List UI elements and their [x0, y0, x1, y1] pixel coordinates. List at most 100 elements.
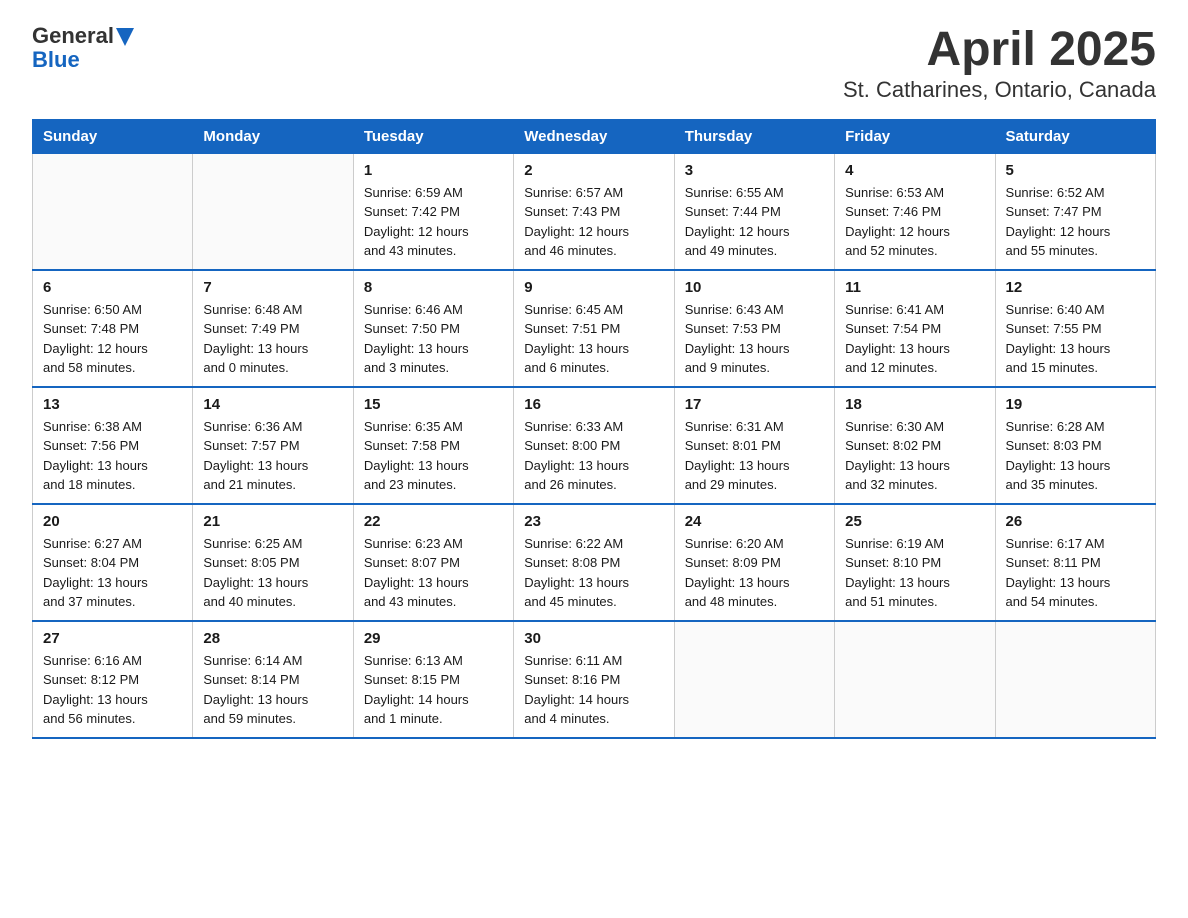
- day-number: 9: [524, 279, 663, 296]
- calendar-table: SundayMondayTuesdayWednesdayThursdayFrid…: [32, 119, 1156, 739]
- day-info: Sunrise: 6:20 AM Sunset: 8:09 PM Dayligh…: [685, 534, 824, 612]
- day-number: 18: [845, 396, 984, 413]
- day-number: 28: [203, 630, 342, 647]
- calendar-cell: 28 Sunrise: 6:14 AM Sunset: 8:14 PM Dayli…: [193, 621, 353, 738]
- logo-text-general: General: [32, 24, 114, 48]
- logo-text-blue: Blue: [32, 47, 80, 72]
- day-header-thursday: Thursday: [674, 119, 834, 153]
- day-number: 29: [364, 630, 503, 647]
- day-info: Sunrise: 6:27 AM Sunset: 8:04 PM Dayligh…: [43, 534, 182, 612]
- day-number: 8: [364, 279, 503, 296]
- day-info: Sunrise: 6:11 AM Sunset: 8:16 PM Dayligh…: [524, 651, 663, 729]
- day-info: Sunrise: 6:14 AM Sunset: 8:14 PM Dayligh…: [203, 651, 342, 729]
- day-number: 7: [203, 279, 342, 296]
- calendar-cell: 19 Sunrise: 6:28 AM Sunset: 8:03 PM Dayli…: [995, 387, 1155, 504]
- day-number: 2: [524, 162, 663, 179]
- calendar-cell: 3 Sunrise: 6:55 AM Sunset: 7:44 PM Daylig…: [674, 153, 834, 270]
- calendar-cell: 25 Sunrise: 6:19 AM Sunset: 8:10 PM Dayli…: [835, 504, 995, 621]
- calendar-cell: 13 Sunrise: 6:38 AM Sunset: 7:56 PM Dayli…: [33, 387, 193, 504]
- calendar-cell: 16 Sunrise: 6:33 AM Sunset: 8:00 PM Dayli…: [514, 387, 674, 504]
- day-info: Sunrise: 6:55 AM Sunset: 7:44 PM Dayligh…: [685, 183, 824, 261]
- calendar-cell: 30 Sunrise: 6:11 AM Sunset: 8:16 PM Dayli…: [514, 621, 674, 738]
- day-header-wednesday: Wednesday: [514, 119, 674, 153]
- day-number: 6: [43, 279, 182, 296]
- day-number: 10: [685, 279, 824, 296]
- day-info: Sunrise: 6:40 AM Sunset: 7:55 PM Dayligh…: [1006, 300, 1145, 378]
- day-header-saturday: Saturday: [995, 119, 1155, 153]
- day-info: Sunrise: 6:31 AM Sunset: 8:01 PM Dayligh…: [685, 417, 824, 495]
- day-number: 1: [364, 162, 503, 179]
- page-subtitle: St. Catharines, Ontario, Canada: [843, 77, 1156, 103]
- day-info: Sunrise: 6:52 AM Sunset: 7:47 PM Dayligh…: [1006, 183, 1145, 261]
- calendar-cell: 29 Sunrise: 6:13 AM Sunset: 8:15 PM Dayli…: [353, 621, 513, 738]
- day-number: 19: [1006, 396, 1145, 413]
- calendar-cell: 21Sunrise: 6:25 AM Sunset: 8:05 PM Dayli…: [193, 504, 353, 621]
- day-info: Sunrise: 6:30 AM Sunset: 8:02 PM Dayligh…: [845, 417, 984, 495]
- page-title: April 2025: [843, 24, 1156, 77]
- day-info: Sunrise: 6:48 AM Sunset: 7:49 PM Dayligh…: [203, 300, 342, 378]
- page-header: General Blue April 2025 St. Catharines, …: [32, 24, 1156, 103]
- day-number: 21: [203, 513, 342, 530]
- day-number: 15: [364, 396, 503, 413]
- day-header-tuesday: Tuesday: [353, 119, 513, 153]
- day-info: Sunrise: 6:13 AM Sunset: 8:15 PM Dayligh…: [364, 651, 503, 729]
- day-info: Sunrise: 6:23 AM Sunset: 8:07 PM Dayligh…: [364, 534, 503, 612]
- calendar-header-row: SundayMondayTuesdayWednesdayThursdayFrid…: [33, 119, 1156, 153]
- calendar-cell: 4 Sunrise: 6:53 AM Sunset: 7:46 PM Daylig…: [835, 153, 995, 270]
- calendar-cell: 24 Sunrise: 6:20 AM Sunset: 8:09 PM Dayli…: [674, 504, 834, 621]
- calendar-cell: 17Sunrise: 6:31 AM Sunset: 8:01 PM Dayli…: [674, 387, 834, 504]
- calendar-week-row: 13 Sunrise: 6:38 AM Sunset: 7:56 PM Dayli…: [33, 387, 1156, 504]
- day-header-friday: Friday: [835, 119, 995, 153]
- day-info: Sunrise: 6:19 AM Sunset: 8:10 PM Dayligh…: [845, 534, 984, 612]
- calendar-week-row: 27 Sunrise: 6:16 AM Sunset: 8:12 PM Dayli…: [33, 621, 1156, 738]
- calendar-cell: 12 Sunrise: 6:40 AM Sunset: 7:55 PM Dayli…: [995, 270, 1155, 387]
- day-info: Sunrise: 6:41 AM Sunset: 7:54 PM Dayligh…: [845, 300, 984, 378]
- calendar-cell: [995, 621, 1155, 738]
- day-info: Sunrise: 6:16 AM Sunset: 8:12 PM Dayligh…: [43, 651, 182, 729]
- calendar-cell: 8 Sunrise: 6:46 AM Sunset: 7:50 PM Daylig…: [353, 270, 513, 387]
- day-number: 14: [203, 396, 342, 413]
- title-block: April 2025 St. Catharines, Ontario, Cana…: [843, 24, 1156, 103]
- day-info: Sunrise: 6:36 AM Sunset: 7:57 PM Dayligh…: [203, 417, 342, 495]
- calendar-week-row: 6 Sunrise: 6:50 AM Sunset: 7:48 PM Daylig…: [33, 270, 1156, 387]
- calendar-cell: 15 Sunrise: 6:35 AM Sunset: 7:58 PM Dayli…: [353, 387, 513, 504]
- calendar-cell: [835, 621, 995, 738]
- calendar-cell: 26Sunrise: 6:17 AM Sunset: 8:11 PM Dayli…: [995, 504, 1155, 621]
- calendar-cell: 1 Sunrise: 6:59 AM Sunset: 7:42 PM Daylig…: [353, 153, 513, 270]
- day-info: Sunrise: 6:28 AM Sunset: 8:03 PM Dayligh…: [1006, 417, 1145, 495]
- day-number: 24: [685, 513, 824, 530]
- day-info: Sunrise: 6:46 AM Sunset: 7:50 PM Dayligh…: [364, 300, 503, 378]
- calendar-cell: 10 Sunrise: 6:43 AM Sunset: 7:53 PM Dayli…: [674, 270, 834, 387]
- day-number: 4: [845, 162, 984, 179]
- day-number: 22: [364, 513, 503, 530]
- calendar-cell: 23Sunrise: 6:22 AM Sunset: 8:08 PM Dayli…: [514, 504, 674, 621]
- calendar-cell: 6 Sunrise: 6:50 AM Sunset: 7:48 PM Daylig…: [33, 270, 193, 387]
- calendar-cell: 9Sunrise: 6:45 AM Sunset: 7:51 PM Daylig…: [514, 270, 674, 387]
- day-info: Sunrise: 6:59 AM Sunset: 7:42 PM Dayligh…: [364, 183, 503, 261]
- day-number: 13: [43, 396, 182, 413]
- calendar-cell: 22 Sunrise: 6:23 AM Sunset: 8:07 PM Dayli…: [353, 504, 513, 621]
- day-info: Sunrise: 6:53 AM Sunset: 7:46 PM Dayligh…: [845, 183, 984, 261]
- calendar-cell: 2Sunrise: 6:57 AM Sunset: 7:43 PM Daylig…: [514, 153, 674, 270]
- day-number: 16: [524, 396, 663, 413]
- calendar-cell: 27 Sunrise: 6:16 AM Sunset: 8:12 PM Dayli…: [33, 621, 193, 738]
- day-number: 27: [43, 630, 182, 647]
- day-info: Sunrise: 6:43 AM Sunset: 7:53 PM Dayligh…: [685, 300, 824, 378]
- day-info: Sunrise: 6:35 AM Sunset: 7:58 PM Dayligh…: [364, 417, 503, 495]
- day-number: 30: [524, 630, 663, 647]
- day-number: 25: [845, 513, 984, 530]
- logo: General Blue: [32, 24, 134, 72]
- day-number: 12: [1006, 279, 1145, 296]
- calendar-cell: 18 Sunrise: 6:30 AM Sunset: 8:02 PM Dayli…: [835, 387, 995, 504]
- calendar-week-row: 20Sunrise: 6:27 AM Sunset: 8:04 PM Dayli…: [33, 504, 1156, 621]
- logo-triangle-icon: [116, 28, 134, 46]
- day-number: 3: [685, 162, 824, 179]
- day-info: Sunrise: 6:38 AM Sunset: 7:56 PM Dayligh…: [43, 417, 182, 495]
- day-info: Sunrise: 6:17 AM Sunset: 8:11 PM Dayligh…: [1006, 534, 1145, 612]
- calendar-cell: 20Sunrise: 6:27 AM Sunset: 8:04 PM Dayli…: [33, 504, 193, 621]
- calendar-cell: [193, 153, 353, 270]
- calendar-week-row: 1 Sunrise: 6:59 AM Sunset: 7:42 PM Daylig…: [33, 153, 1156, 270]
- day-info: Sunrise: 6:33 AM Sunset: 8:00 PM Dayligh…: [524, 417, 663, 495]
- day-info: Sunrise: 6:50 AM Sunset: 7:48 PM Dayligh…: [43, 300, 182, 378]
- calendar-cell: 7 Sunrise: 6:48 AM Sunset: 7:49 PM Daylig…: [193, 270, 353, 387]
